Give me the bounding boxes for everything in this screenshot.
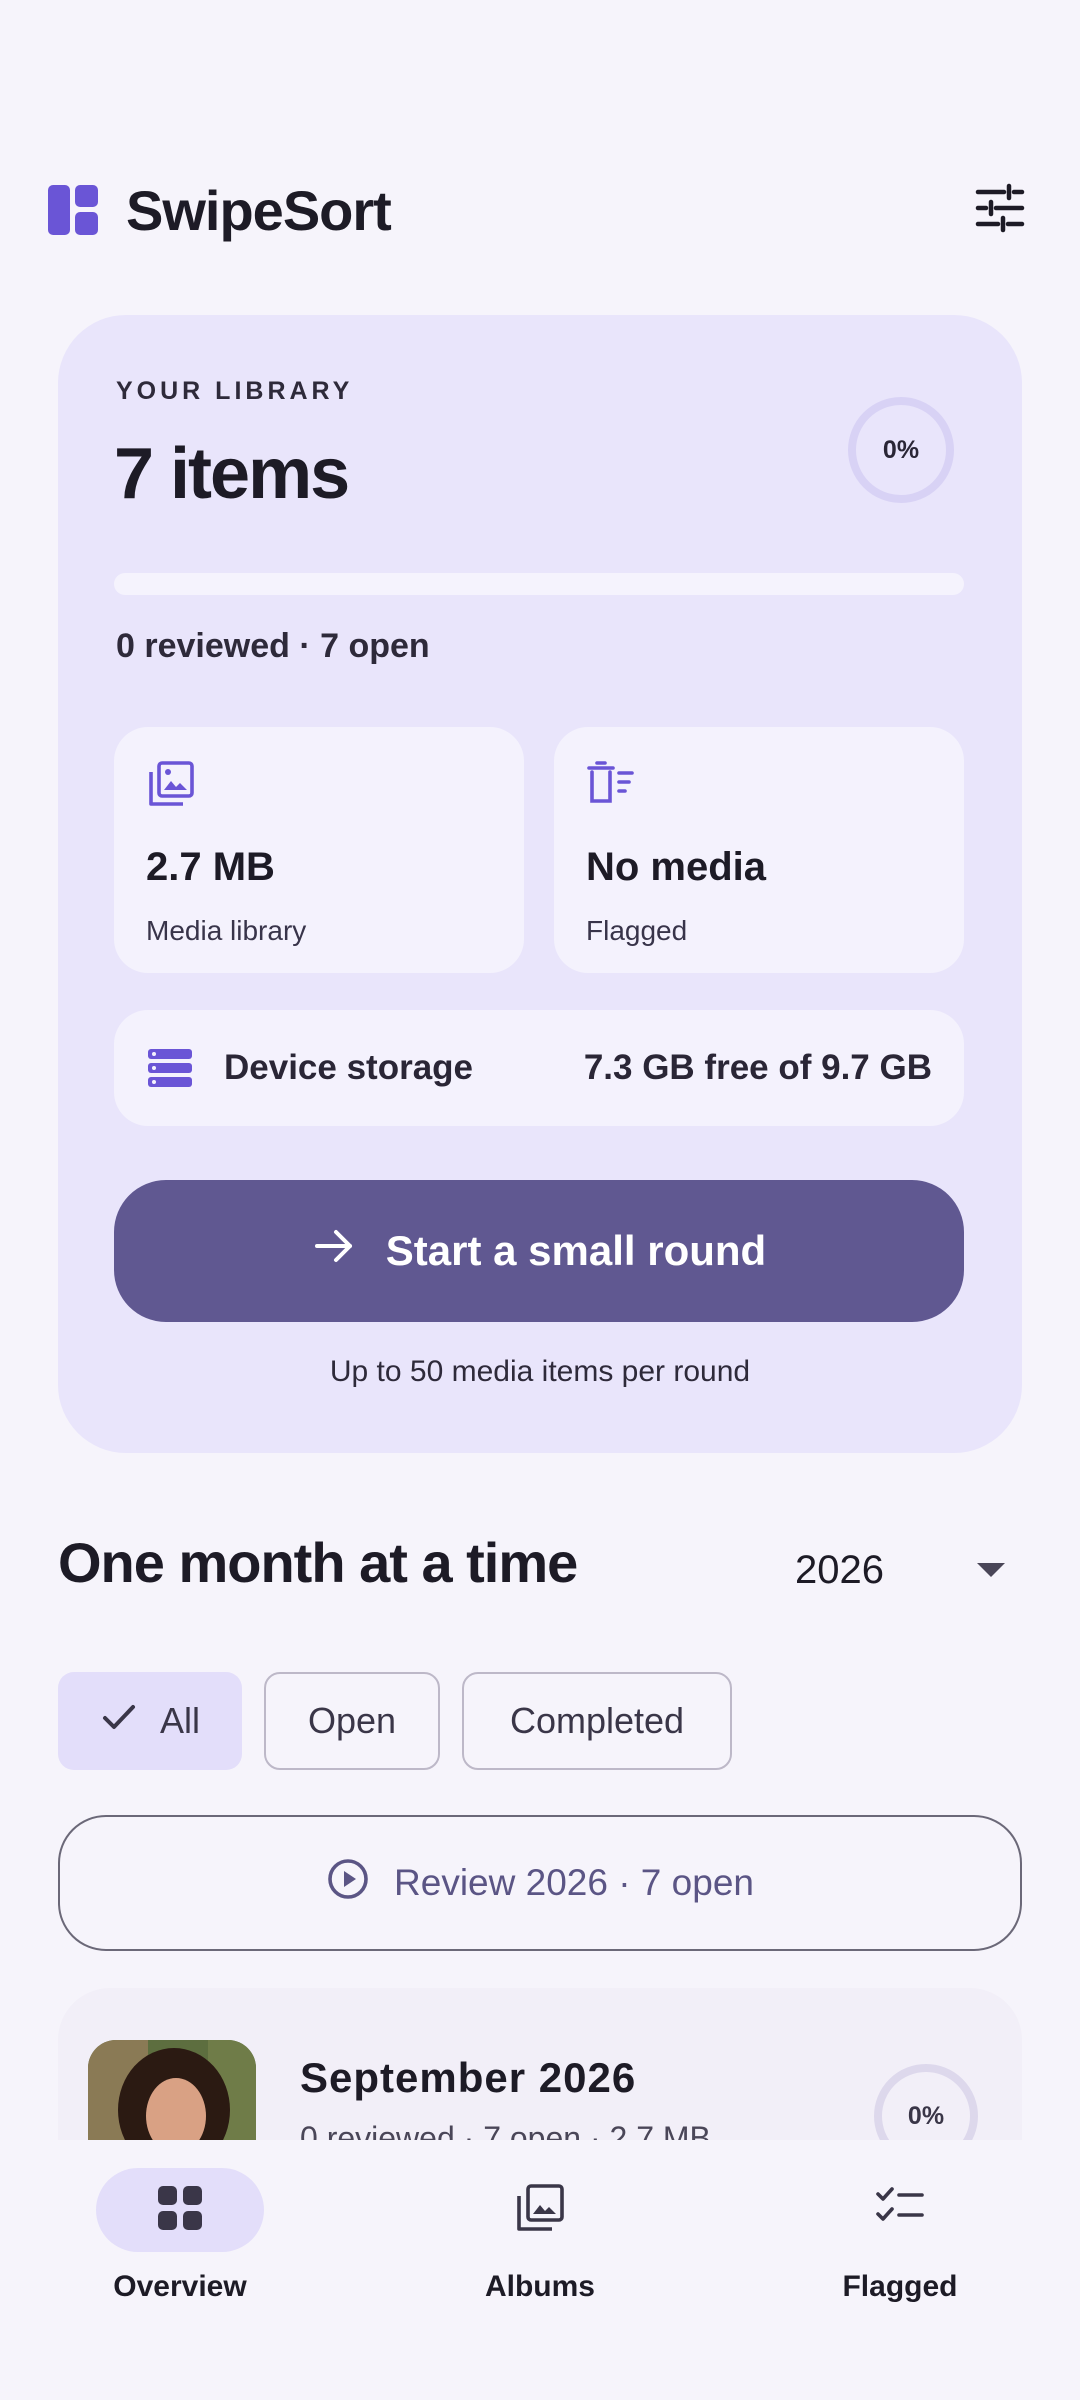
- filter-chip-all[interactable]: All: [58, 1672, 242, 1770]
- nav-indicator: [816, 2168, 984, 2252]
- app-header: SwipeSort: [48, 170, 1032, 250]
- app-title: SwipeSort: [126, 178, 392, 242]
- flagged-tile[interactable]: No media Flagged: [554, 727, 964, 973]
- flagged-value: No media: [586, 845, 767, 889]
- checklist-icon: [873, 2181, 927, 2240]
- grid-icon: [153, 2181, 207, 2240]
- nav-label-albums: Albums: [484, 2270, 595, 2303]
- tune-icon: [974, 182, 1026, 239]
- nav-item-albums[interactable]: Albums: [390, 2140, 690, 2400]
- nav-label-flagged: Flagged: [842, 2270, 958, 2303]
- filter-chip-label: Completed: [509, 1700, 685, 1741]
- device-storage-row: Device storage 7.3 GB free of 9.7 GB: [114, 1010, 964, 1126]
- filter-chip-label: Open: [307, 1700, 397, 1741]
- review-year-button[interactable]: Review 2026 · 7 open: [58, 1815, 1022, 1951]
- start-round-button[interactable]: Start a small round: [114, 1180, 964, 1322]
- filter-chip-label: All: [159, 1700, 200, 1741]
- dropdown-arrow-icon: [977, 1563, 1005, 1577]
- start-round-note: Up to 50 media items per round: [329, 1355, 751, 1388]
- flagged-delete-icon: [586, 759, 636, 809]
- storage-icon: [146, 1044, 194, 1092]
- app-logo-icon: [48, 185, 98, 235]
- library-card: YOUR LIBRARY 7 items 0% 0 reviewed · 7 o…: [58, 315, 1022, 1453]
- library-eyebrow: YOUR LIBRARY: [116, 377, 354, 405]
- brand: SwipeSort: [48, 178, 392, 243]
- library-progress-label: 0%: [882, 435, 920, 464]
- photo-library-icon: [513, 2181, 567, 2240]
- flagged-label: Flagged: [586, 915, 688, 946]
- media-library-size: 2.7 MB: [146, 845, 275, 889]
- photo-library-icon: [146, 759, 196, 809]
- arrow-forward-icon: [312, 1224, 356, 1278]
- nav-item-overview[interactable]: Overview: [30, 2140, 330, 2400]
- settings-button[interactable]: [968, 178, 1032, 242]
- filter-chip-open[interactable]: Open: [264, 1672, 440, 1770]
- start-round-label: Start a small round: [385, 1227, 767, 1274]
- section-title: One month at a time: [58, 1531, 578, 1594]
- play-circle-icon: [326, 1857, 370, 1910]
- bottom-navigation: Overview Albums Flagged: [0, 2140, 1080, 2400]
- month-progress-label: 0%: [907, 2101, 945, 2130]
- library-progress-bar: [114, 573, 964, 595]
- library-summary: 0 reviewed · 7 open: [116, 627, 430, 665]
- review-year-label: Review 2026 · 7 open: [394, 1862, 754, 1903]
- month-title: September 2026: [300, 2054, 637, 2101]
- library-item-count: 7 items: [114, 434, 350, 514]
- media-library-label: Media library: [146, 915, 307, 946]
- device-storage-value: 7.3 GB free of 9.7 GB: [583, 1048, 932, 1087]
- year-dropdown[interactable]: 2026: [795, 1540, 1015, 1600]
- media-library-tile[interactable]: 2.7 MB Media library: [114, 727, 524, 973]
- nav-item-flagged[interactable]: Flagged: [750, 2140, 1050, 2400]
- check-icon: [100, 1698, 138, 1745]
- nav-indicator: [96, 2168, 264, 2252]
- library-progress-ring: 0%: [848, 397, 954, 503]
- nav-label-overview: Overview: [113, 2270, 247, 2303]
- year-value: 2026: [795, 1547, 884, 1592]
- filter-chip-completed[interactable]: Completed: [462, 1672, 732, 1770]
- device-storage-label: Device storage: [224, 1048, 474, 1087]
- nav-indicator: [456, 2168, 624, 2252]
